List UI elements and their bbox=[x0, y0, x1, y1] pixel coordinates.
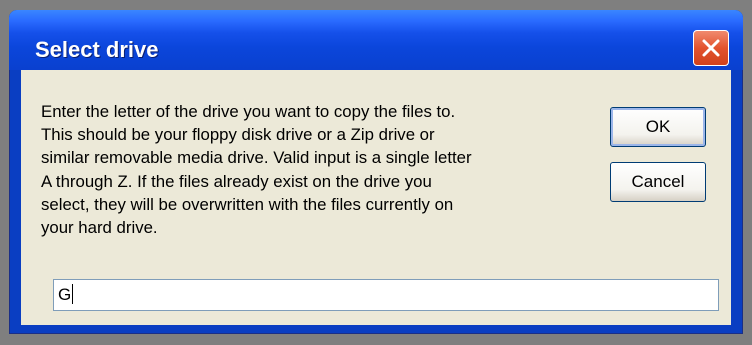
dialog-message: Enter the letter of the drive you want t… bbox=[41, 102, 472, 238]
title-bar[interactable]: Select drive bbox=[9, 10, 743, 70]
text-caret bbox=[72, 284, 74, 304]
dialog-body: Enter the letter of the drive you want t… bbox=[21, 70, 731, 325]
drive-letter-input[interactable]: G bbox=[53, 279, 719, 311]
select-drive-dialog: Select drive Enter the letter of the dri… bbox=[9, 10, 743, 334]
ok-button[interactable]: OK bbox=[610, 107, 706, 147]
close-icon bbox=[702, 39, 720, 57]
dialog-title: Select drive bbox=[35, 37, 159, 62]
cancel-button[interactable]: Cancel bbox=[610, 162, 706, 202]
drive-letter-value: G bbox=[58, 285, 72, 304]
close-button[interactable] bbox=[693, 30, 729, 66]
